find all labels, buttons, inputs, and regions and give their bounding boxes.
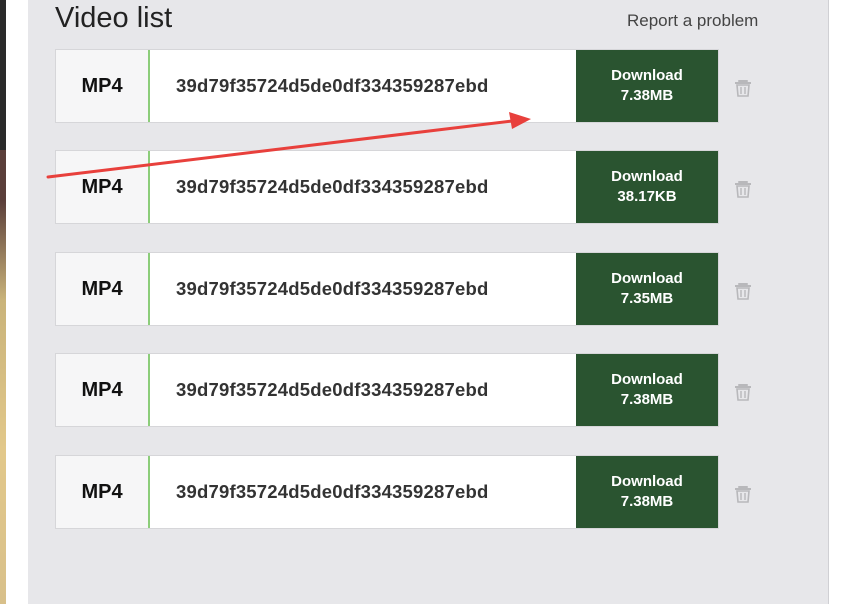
download-file-size: 7.38MB xyxy=(620,391,674,408)
download-button-label: Download xyxy=(611,168,683,185)
download-button[interactable]: Download 38.17KB xyxy=(576,151,718,223)
page-margin xyxy=(6,0,28,604)
download-button[interactable]: Download 7.38MB xyxy=(576,456,718,528)
format-label: MP4 xyxy=(56,50,150,122)
download-file-size: 38.17KB xyxy=(617,188,677,205)
format-label: MP4 xyxy=(56,456,150,528)
report-problem-link[interactable]: Report a problem xyxy=(627,11,758,31)
trash-icon[interactable] xyxy=(733,77,753,97)
download-button[interactable]: Download 7.38MB xyxy=(576,50,718,122)
video-row: MP4 39d79f35724d5de0df334359287ebd Downl… xyxy=(55,353,719,427)
download-button-label: Download xyxy=(611,270,683,287)
download-file-size: 7.35MB xyxy=(620,290,674,307)
download-button-label: Download xyxy=(611,473,683,490)
download-button-label: Download xyxy=(611,67,683,84)
video-filename: 39d79f35724d5de0df334359287ebd xyxy=(176,481,489,502)
format-label: MP4 xyxy=(56,151,150,223)
screen: Video list Report a problem MP4 39d79f35… xyxy=(0,0,864,604)
video-row: MP4 39d79f35724d5de0df334359287ebd Downl… xyxy=(55,150,719,224)
video-filename: 39d79f35724d5de0df334359287ebd xyxy=(176,75,489,96)
download-file-size: 7.38MB xyxy=(620,493,674,510)
trash-icon[interactable] xyxy=(733,178,753,198)
video-row: MP4 39d79f35724d5de0df334359287ebd Downl… xyxy=(55,455,719,529)
video-row: MP4 39d79f35724d5de0df334359287ebd Downl… xyxy=(55,49,719,123)
page-margin-right xyxy=(829,0,864,604)
trash-icon[interactable] xyxy=(733,381,753,401)
trash-icon[interactable] xyxy=(733,483,753,503)
download-file-size: 7.38MB xyxy=(620,87,674,104)
video-filename: 39d79f35724d5de0df334359287ebd xyxy=(176,176,489,197)
format-label: MP4 xyxy=(56,253,150,325)
download-button[interactable]: Download 7.35MB xyxy=(576,253,718,325)
page-title: Video list xyxy=(55,2,173,34)
video-filename: 39d79f35724d5de0df334359287ebd xyxy=(176,278,489,299)
video-filename: 39d79f35724d5de0df334359287ebd xyxy=(176,379,489,400)
video-row: MP4 39d79f35724d5de0df334359287ebd Downl… xyxy=(55,252,719,326)
download-button-label: Download xyxy=(611,371,683,388)
download-button[interactable]: Download 7.38MB xyxy=(576,354,718,426)
trash-icon[interactable] xyxy=(733,280,753,300)
format-label: MP4 xyxy=(56,354,150,426)
